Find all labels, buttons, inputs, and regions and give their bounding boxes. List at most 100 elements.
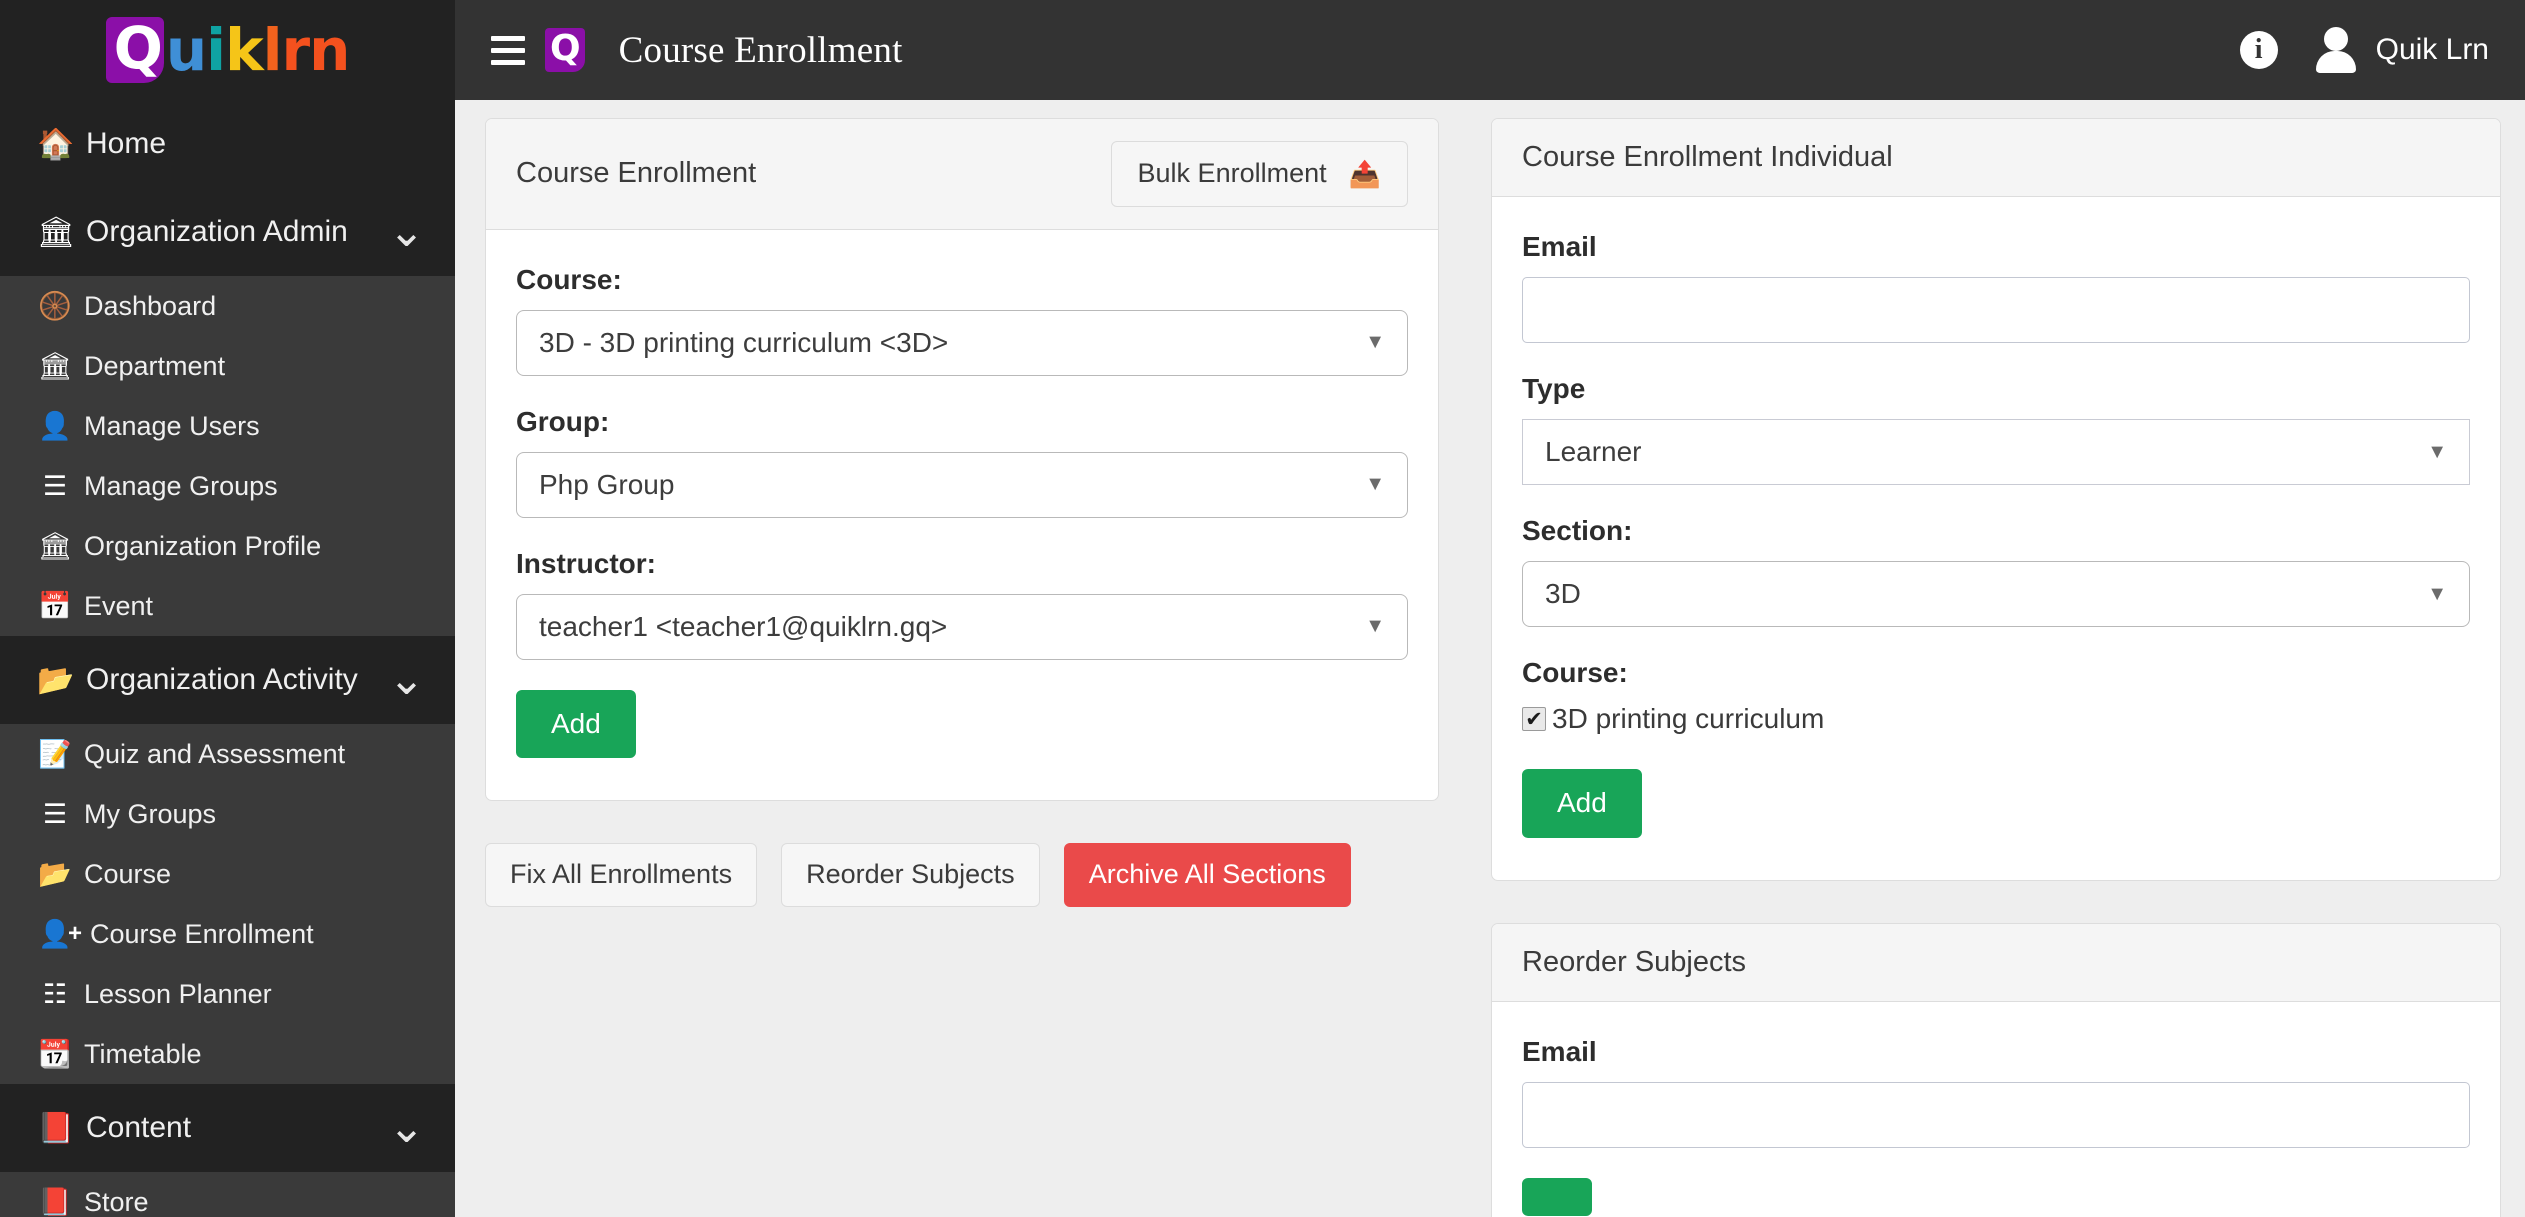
course-checkbox[interactable]: ✔ [1522, 707, 1546, 731]
chevron-down-icon: ▼ [1365, 331, 1385, 354]
sidebar-item-organization-activity[interactable]: 📂 Organization Activity ⌄ [0, 636, 455, 724]
home-icon: 🏠 [37, 127, 75, 161]
dashboard-icon: 🛞 [38, 291, 72, 321]
sidebar-item-event[interactable]: 📅 Event [0, 576, 455, 636]
sidebar-item-course-enrollment[interactable]: 👤 + Course Enrollment [0, 904, 455, 964]
bulk-enrollment-button[interactable]: Bulk Enrollment 📤 [1110, 141, 1408, 207]
sidebar-item-label: Manage Groups [84, 470, 278, 501]
info-icon[interactable]: i [2239, 31, 2278, 69]
individual-type-select[interactable]: Learner ▼ [1522, 419, 2470, 485]
sidebar-item-label: Dashboard [84, 290, 217, 321]
sidebar-item-quiz-and-assessment[interactable]: 📝 Quiz and Assessment [0, 724, 455, 784]
bank-icon: 🏛 [37, 531, 73, 561]
sidebar-item-content[interactable]: 📕 Content ⌄ [0, 1084, 455, 1172]
individual-type-value: Learner [1545, 436, 1642, 467]
logo-letter-k: k [225, 16, 264, 84]
user-avatar-icon [2314, 27, 2358, 73]
course-select[interactable]: 3D - 3D printing curriculum <3D> ▼ [516, 309, 1408, 376]
left-column: Course Enrollment Bulk Enrollment 📤 Cour… [485, 118, 1465, 1217]
sidebar-item-label: Content [86, 1111, 192, 1144]
username-label: Quik Lrn [2375, 33, 2489, 66]
individual-email-input[interactable] [1522, 277, 2470, 343]
instructor-label: Instructor: [516, 547, 656, 579]
sidebar-item-label: Home [86, 127, 167, 160]
reorder-email-label: Email [1522, 1035, 1597, 1067]
logo-letter-l: l [262, 16, 283, 84]
book-icon: 📕 [38, 1187, 72, 1217]
user-menu[interactable]: Quik Lrn [2314, 27, 2489, 73]
individual-section-select[interactable]: 3D ▼ [1522, 561, 2470, 627]
reorder-subjects-button[interactable]: Reorder Subjects [781, 843, 1040, 908]
calendar-icon: 📆 [38, 1039, 72, 1069]
list-icon: ☰ [42, 798, 68, 829]
sidebar-item-store[interactable]: 📕 Store [0, 1172, 455, 1217]
individual-type-label: Type [1522, 373, 1586, 404]
logo-letter-u: u [165, 16, 207, 84]
upload-icon: 📤 [1348, 158, 1381, 189]
sidebar-item-organization-admin[interactable]: 🏛 Organization Admin ⌄ [0, 188, 455, 276]
reorder-card-header: Reorder Subjects [1492, 923, 2500, 1002]
bulk-enrollment-label: Bulk Enrollment [1137, 158, 1327, 188]
course-enrollment-card-header: Course Enrollment Bulk Enrollment 📤 [486, 119, 1438, 230]
reorder-submit-button[interactable] [1522, 1177, 1592, 1216]
sidebar-item-label: Store [84, 1186, 149, 1217]
topbar: Q Course Enrollment i Quik Lrn [455, 0, 2525, 100]
sidebar-item-label: Organization Activity [86, 663, 358, 696]
archive-all-sections-button[interactable]: Archive All Sections [1063, 843, 1351, 908]
sidebar-item-my-groups[interactable]: ☰ My Groups [0, 784, 455, 844]
individual-type-field: Type Learner ▼ [1522, 373, 2470, 485]
quiz-icon: 📝 [38, 739, 72, 769]
individual-course-label: Course: [1522, 657, 1628, 688]
instructor-select-value: teacher1 <teacher1@quiklrn.gq> [539, 610, 948, 642]
individual-section-label: Section: [1522, 515, 1633, 546]
bank-icon: 🏛 [36, 215, 76, 249]
sidebar-item-organization-profile[interactable]: 🏛 Organization Profile [0, 516, 455, 576]
folder-open-icon: 📂 [38, 859, 72, 889]
individual-section-value: 3D [1545, 578, 1581, 609]
chevron-down-icon: ▼ [2427, 582, 2447, 605]
sidebar-item-timetable[interactable]: 📆 Timetable [0, 1024, 455, 1084]
instructor-field: Instructor: teacher1 <teacher1@quiklrn.g… [516, 548, 1408, 660]
chevron-down-icon[interactable]: ⌄ [388, 658, 429, 702]
sidebar-item-label: Manage Users [84, 410, 260, 441]
group-select-value: Php Group [539, 468, 675, 500]
book-icon: 📕 [37, 1111, 75, 1145]
instructor-select[interactable]: teacher1 <teacher1@quiklrn.gq> ▼ [516, 593, 1408, 660]
sidebar-item-manage-users[interactable]: 👤 Manage Users [0, 396, 455, 456]
group-label: Group: [516, 405, 610, 437]
brand-logo[interactable]: Qu i k l rn [0, 0, 455, 100]
individual-add-button[interactable]: Add [1522, 769, 1642, 838]
sidebar-item-label: My Groups [84, 798, 217, 829]
chevron-down-icon: ▼ [1365, 615, 1385, 638]
chevron-down-icon[interactable]: ⌄ [388, 1106, 429, 1150]
sidebar-item-home[interactable]: 🏠 Home [0, 100, 455, 188]
sidebar-item-label: Course Enrollment [90, 918, 314, 949]
individual-course-checkbox-row[interactable]: ✔ 3D printing curriculum [1522, 703, 2470, 735]
hamburger-icon[interactable] [491, 35, 525, 65]
sidebar-item-dashboard[interactable]: 🛞 Dashboard [0, 276, 455, 336]
sidebar-item-manage-groups[interactable]: ☰ Manage Groups [0, 456, 455, 516]
enrollment-add-button[interactable]: Add [516, 689, 636, 759]
individual-card-header: Course Enrollment Individual [1492, 119, 2500, 197]
quiklrn-logo: Qu i k l rn [105, 16, 351, 84]
reorder-email-input[interactable] [1522, 1081, 2470, 1148]
individual-section-field: Section: 3D ▼ [1522, 515, 2470, 627]
page-title: Course Enrollment [618, 29, 903, 71]
sidebar-item-label: Organization Admin [86, 215, 348, 248]
sidebar-item-lesson-planner[interactable]: ☷ Lesson Planner [0, 964, 455, 1024]
sidebar-item-department[interactable]: 🏛 Department [0, 336, 455, 396]
group-select[interactable]: Php Group ▼ [516, 451, 1408, 518]
calendar-plus-icon: 📅 [38, 591, 72, 621]
logo-letter-rn: rn [281, 16, 351, 84]
sidebar-item-label: Course [84, 858, 172, 889]
sidebar-item-label: Organization Profile [84, 530, 322, 561]
sidebar-item-label: Department [84, 350, 226, 381]
chevron-down-icon[interactable]: ⌄ [388, 210, 429, 254]
course-enrollment-card: Course Enrollment Bulk Enrollment 📤 Cour… [485, 118, 1439, 802]
fix-all-enrollments-button[interactable]: Fix All Enrollments [485, 843, 758, 908]
topbar-logo-icon[interactable]: Q [545, 28, 585, 72]
folder-open-icon: 📂 [37, 663, 75, 697]
sidebar-nav: 🏠 Home 🏛 Organization Admin ⌄ 🛞 Dashboard 🏛 Depa… [0, 100, 455, 1217]
app-root: Qu i k l rn 🏠 Home 🏛 Organization Admin ⌄ 🛞 Dashbo… [0, 0, 2525, 1217]
sidebar-item-course[interactable]: 📂 Course [0, 844, 455, 904]
